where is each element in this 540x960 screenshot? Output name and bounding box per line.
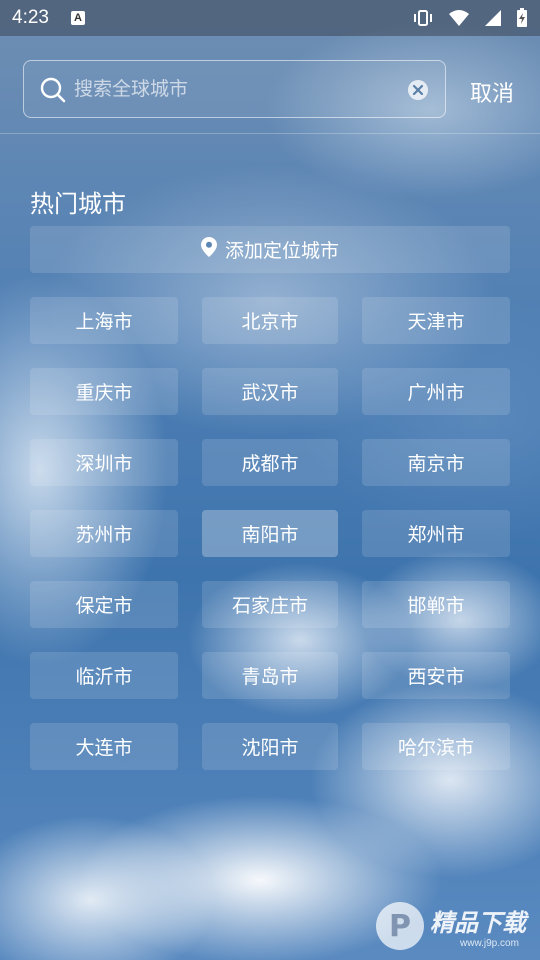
watermark-text: 精品下载 www.j9p.com [430,903,526,949]
city-button[interactable]: 上海市 [30,297,178,344]
search-box[interactable] [23,60,446,118]
city-button[interactable]: 南京市 [362,439,510,486]
city-button-highlighted[interactable]: 南阳市 [202,510,338,557]
wifi-icon [448,9,470,27]
search-input[interactable] [74,61,394,117]
signal-icon [484,9,502,27]
city-button[interactable]: 苏州市 [30,510,178,557]
watermark-logo-icon: P [376,902,424,950]
cancel-button[interactable]: 取消 [470,76,514,108]
status-icons [412,8,528,28]
city-button[interactable]: 北京市 [202,297,338,344]
city-button[interactable]: 沈阳市 [202,723,338,770]
city-button[interactable]: 临沂市 [30,652,178,699]
hot-cities-title: 热门城市 [30,190,126,218]
watermark: P 精品下载 www.j9p.com [376,902,526,950]
city-button[interactable]: 深圳市 [30,439,178,486]
add-location-city-button[interactable]: 添加定位城市 [30,226,510,273]
watermark-sub-text: www.j9p.com [460,938,519,949]
status-bar: 4:23 A [0,0,540,36]
city-button[interactable]: 成都市 [202,439,338,486]
city-button[interactable]: 重庆市 [30,368,178,415]
vibrate-icon [412,9,434,27]
search-header: 取消 [0,36,540,134]
city-button[interactable]: 保定市 [30,581,178,628]
watermark-main-text: 精品下载 [430,909,526,937]
city-button[interactable]: 天津市 [362,297,510,344]
location-pin-icon [200,237,217,262]
city-button[interactable]: 郑州市 [362,510,510,557]
notification-a-icon: A [70,11,85,25]
city-button[interactable]: 青岛市 [202,652,338,699]
city-button[interactable]: 西安市 [362,652,510,699]
city-button[interactable]: 石家庄市 [202,581,338,628]
add-location-label: 添加定位城市 [224,240,339,262]
city-button[interactable]: 哈尔滨市 [362,723,510,770]
status-time: 4:23 [12,7,49,28]
clear-icon[interactable] [407,79,429,105]
city-button[interactable]: 大连市 [30,723,178,770]
city-button[interactable]: 武汉市 [202,368,338,415]
city-button[interactable]: 广州市 [362,368,510,415]
battery-icon [516,8,528,28]
search-icon [40,77,66,107]
city-button[interactable]: 邯郸市 [362,581,510,628]
